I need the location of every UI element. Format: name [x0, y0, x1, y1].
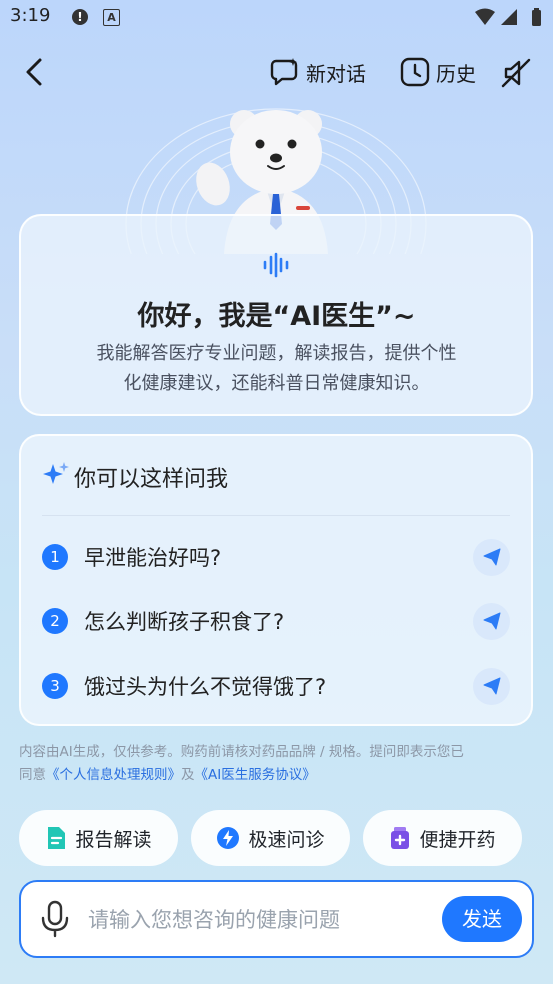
chip-label: 报告解读: [75, 828, 152, 851]
disclaimer-line: 内容由AI生成，仅供参考。购药前请核对药品品牌 / 规格。提问即表示您已: [19, 744, 464, 760]
suggestion-item[interactable]: 3 饿过头为什么不觉得饿了?: [42, 667, 510, 705]
suggestion-number: 2: [42, 608, 68, 634]
microphone-icon[interactable]: [40, 900, 70, 938]
chip-label: 极速问诊: [248, 828, 325, 851]
signal-icon: [501, 9, 517, 25]
privacy-rules-link[interactable]: 《个人信息处理规则》: [46, 767, 181, 783]
report-icon: [48, 827, 66, 849]
report-interpretation-button[interactable]: 报告解读: [19, 810, 178, 866]
suggestion-text: 早泄能治好吗?: [84, 546, 222, 570]
mute-sound-icon[interactable]: [500, 57, 532, 89]
new-chat-button[interactable]: 新对话: [270, 57, 366, 87]
alert-icon: !: [72, 9, 88, 25]
greeting-title: 你好，我是“AI医生”~: [137, 301, 416, 332]
status-time: 3:19: [10, 5, 51, 26]
paper-plane-icon: [483, 548, 500, 566]
disclaimer-joiner: 及: [181, 767, 195, 783]
chip-label: 便捷开药: [419, 828, 496, 851]
battery-icon: [532, 10, 541, 26]
disclaimer-prefix: 同意: [19, 767, 46, 783]
suggestion-text: 怎么判断孩子积食了?: [84, 610, 285, 634]
intro-description: 我能解答医疗专业问题，解读报告，提供个性 化健康建议，还能科普日常健康知识。: [55, 339, 498, 399]
suggestions-title: 你可以这样问我: [74, 467, 229, 492]
intro-description-line: 化健康建议，还能科普日常健康知识。: [123, 373, 430, 394]
suggestion-number: 1: [42, 544, 68, 570]
suggestion-item[interactable]: 1 早泄能治好吗?: [42, 538, 510, 576]
send-suggestion-button[interactable]: [473, 602, 510, 640]
service-agreement-link[interactable]: 《AI医生服务协议》: [195, 767, 316, 783]
quick-prescription-button[interactable]: 便捷开药: [363, 810, 522, 866]
intro-description-line: 我能解答医疗专业问题，解读报告，提供个性: [96, 343, 457, 364]
send-suggestion-button[interactable]: [473, 538, 510, 576]
history-button[interactable]: 历史: [400, 57, 476, 87]
lightning-icon: [217, 827, 240, 849]
medicine-icon: [391, 827, 410, 849]
send-button[interactable]: 发送: [442, 896, 522, 942]
back-icon[interactable]: [22, 56, 48, 88]
voice-wave-icon: [263, 252, 289, 278]
status-icons: [475, 8, 541, 26]
wifi-icon: [475, 8, 495, 25]
suggestion-text: 饿过头为什么不觉得饿了?: [84, 675, 327, 699]
suggestion-item[interactable]: 2 怎么判断孩子积食了?: [42, 602, 510, 640]
quick-consult-button[interactable]: 极速问诊: [191, 810, 350, 866]
sparkle-icon: [43, 462, 69, 484]
chat-input[interactable]: 请输入您想咨询的健康问题: [88, 904, 340, 934]
paper-plane-icon: [483, 612, 500, 630]
divider: [42, 515, 510, 516]
history-label: 历史: [436, 61, 476, 86]
new-chat-label: 新对话: [306, 61, 366, 86]
new-chat-icon: [270, 58, 298, 86]
clock-icon: [400, 57, 430, 87]
suggestion-number: 3: [42, 673, 68, 699]
a-badge-icon: A: [103, 9, 120, 26]
paper-plane-icon: [483, 677, 500, 695]
send-suggestion-button[interactable]: [473, 667, 510, 705]
disclaimer: 内容由AI生成，仅供参考。购药前请核对药品品牌 / 规格。提问即表示您已 同意《…: [19, 741, 534, 787]
